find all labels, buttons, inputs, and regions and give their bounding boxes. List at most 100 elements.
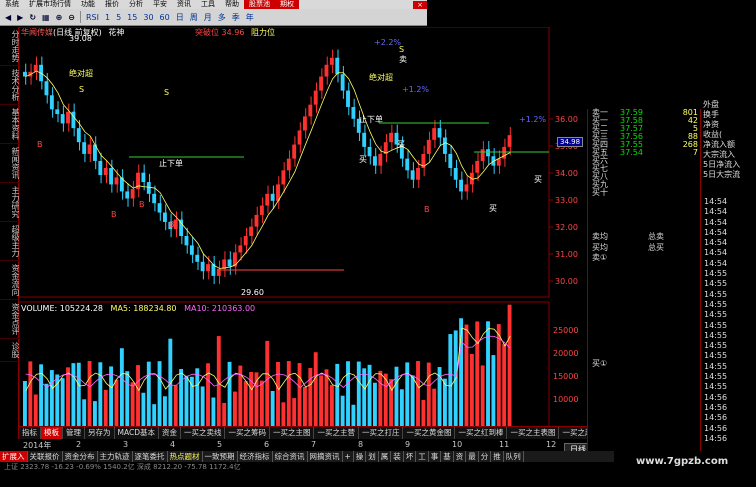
- volume-bar: [211, 397, 216, 426]
- candle-body: [249, 226, 254, 237]
- function-tab[interactable]: 基: [441, 451, 454, 462]
- toolbar-period-button[interactable]: 5: [113, 10, 124, 25]
- toolbar-period-button[interactable]: 日: [173, 10, 187, 25]
- volume-bar: [399, 389, 404, 426]
- tick-time: 14:55: [704, 372, 728, 382]
- indicator-tab[interactable]: 模板: [41, 427, 63, 439]
- menu-item[interactable]: 帮助: [220, 0, 244, 9]
- toolbar-period-button[interactable]: 1: [102, 10, 113, 25]
- indicator-tab[interactable]: 资金: [159, 427, 181, 439]
- volume-bar: [475, 321, 480, 426]
- indicator-tab[interactable]: 一买之黄金图: [403, 427, 456, 439]
- toolbar-period-button[interactable]: RSI: [83, 10, 102, 25]
- indicator-tab[interactable]: 一买之主图: [270, 427, 315, 439]
- function-tab[interactable]: 坏: [404, 451, 417, 462]
- sell1-label: 卖①: [592, 253, 608, 262]
- toolbar-period-button[interactable]: 15: [124, 10, 140, 25]
- toolbar-period-button[interactable]: 周: [187, 10, 201, 25]
- function-tab[interactable]: 资: [454, 451, 467, 462]
- menu-item-highlight[interactable]: 股票池: [244, 0, 275, 9]
- function-tab[interactable]: 队列: [504, 451, 524, 462]
- tick-time: 14:55: [704, 269, 728, 279]
- menu-item[interactable]: 平安: [148, 0, 172, 9]
- left-tab[interactable]: 诊股: [0, 339, 20, 362]
- menu-item[interactable]: 系统: [0, 0, 24, 9]
- left-tab[interactable]: 资金流向: [0, 261, 20, 300]
- kline-chart[interactable]: 36.0035.0034.0033.0032.0031.0030.0025000…: [19, 27, 587, 439]
- function-tab[interactable]: 最: [466, 451, 479, 462]
- chart-canvas[interactable]: 36.0035.0034.0033.0032.0031.0030.0025000…: [19, 27, 587, 439]
- pct-label: +1.2%: [519, 115, 546, 124]
- date-label: 11: [499, 440, 510, 449]
- function-tab[interactable]: 热点题材: [168, 451, 203, 462]
- indicator-tab[interactable]: 一买之打庄: [359, 427, 404, 439]
- indicator-tab[interactable]: 另存为: [85, 427, 115, 439]
- toolbar-icon[interactable]: ◀: [2, 10, 14, 25]
- indicator-tab[interactable]: 一买之主表图: [507, 427, 560, 439]
- left-tab[interactable]: 技术分析: [0, 66, 20, 105]
- function-tab[interactable]: 关联报价: [28, 451, 63, 462]
- tick-time: 14:56: [704, 423, 728, 433]
- function-tab[interactable]: 操: [354, 451, 367, 462]
- function-tab[interactable]: 主力轨迹: [98, 451, 133, 462]
- indicator-tab[interactable]: 一买之卖线: [181, 427, 226, 439]
- function-tab[interactable]: 属: [379, 451, 392, 462]
- indicator-tab[interactable]: MACD基本: [115, 427, 159, 439]
- indicator-tab[interactable]: 一买之红到棒: [455, 427, 508, 439]
- left-tab[interactable]: 新闻资讯: [0, 144, 20, 183]
- function-tab[interactable]: 分: [479, 451, 492, 462]
- function-tab[interactable]: 事: [429, 451, 442, 462]
- toolbar-period-button[interactable]: 季: [229, 10, 243, 25]
- function-tab[interactable]: 综合资讯: [273, 451, 308, 462]
- function-tab[interactable]: 逐笔委托: [133, 451, 168, 462]
- close-icon[interactable]: ×: [413, 0, 427, 9]
- candle-body: [367, 146, 372, 157]
- function-tab[interactable]: 划: [366, 451, 379, 462]
- left-tab[interactable]: 基本资料: [0, 105, 20, 144]
- left-tab[interactable]: 超级主力: [0, 222, 20, 261]
- volume-bar: [173, 385, 178, 426]
- function-tab[interactable]: 扩展入: [0, 451, 28, 462]
- indicator-tab[interactable]: 指标: [19, 427, 41, 439]
- toolbar-icon[interactable]: ▦: [39, 10, 53, 25]
- menu-item[interactable]: 资讯: [172, 0, 196, 9]
- menu-item[interactable]: 分析: [124, 0, 148, 9]
- toolbar-period-button[interactable]: 多: [215, 10, 229, 25]
- candle-body: [378, 153, 383, 166]
- tick-time: 14:55: [704, 320, 728, 330]
- indicator-tab[interactable]: 管理: [63, 427, 85, 439]
- pct-label: +2.2%: [374, 38, 401, 47]
- menu-item[interactable]: 功能: [76, 0, 100, 9]
- candle-body: [152, 193, 157, 204]
- tick-list: 14:54 14:54 14:54 14:54 14:54 14:54 14:54 14:55…: [700, 109, 756, 451]
- indicator-tab[interactable]: 一买之筹码: [225, 427, 270, 439]
- toolbar-period-button[interactable]: 年: [243, 10, 257, 25]
- menu-item[interactable]: 报价: [100, 0, 124, 9]
- toolbar-icon[interactable]: ⊕: [53, 10, 66, 25]
- menu-item[interactable]: 工具: [196, 0, 220, 9]
- breakout-label: 突破位: [195, 28, 219, 37]
- indicator-tab[interactable]: 一买之主营: [314, 427, 359, 439]
- function-tab[interactable]: 网摘资讯: [308, 451, 343, 462]
- function-tab[interactable]: 一致预期: [203, 451, 238, 462]
- function-tab[interactable]: 资金分布: [63, 451, 98, 462]
- function-tab[interactable]: +: [343, 451, 354, 462]
- toolbar-icon[interactable]: ⊖: [65, 10, 78, 25]
- menu-item-highlight[interactable]: 期权: [275, 0, 299, 9]
- left-tab[interactable]: 主力研究: [0, 183, 20, 222]
- volume-bar: [87, 361, 92, 426]
- left-tab[interactable]: 分时走势: [0, 27, 20, 66]
- candle-body: [238, 245, 243, 253]
- function-tab[interactable]: 经济指标: [238, 451, 273, 462]
- tick-time: 14:54: [704, 217, 728, 227]
- function-tab[interactable]: 推: [491, 451, 504, 462]
- toolbar-icon[interactable]: ▶: [14, 10, 26, 25]
- function-tab[interactable]: 工: [416, 451, 429, 462]
- menu-item[interactable]: 扩展市场行情: [24, 0, 76, 9]
- toolbar-period-button[interactable]: 30: [140, 10, 156, 25]
- toolbar-period-button[interactable]: 月: [201, 10, 215, 25]
- left-tab[interactable]: 资金点评: [0, 300, 20, 339]
- function-tab[interactable]: 装: [391, 451, 404, 462]
- toolbar-icon[interactable]: ↻: [26, 10, 39, 25]
- toolbar-period-button[interactable]: 60: [157, 10, 173, 25]
